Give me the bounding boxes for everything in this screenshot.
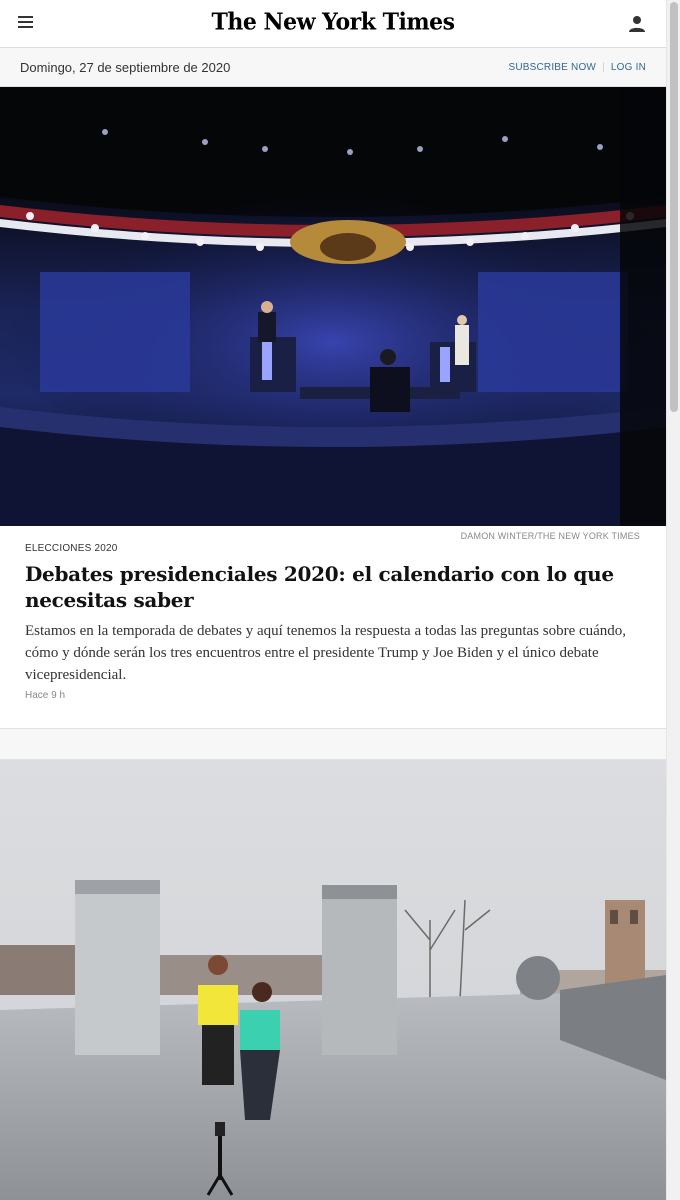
second-story-photo[interactable] [0, 760, 666, 1200]
page: The New York Times Domingo, 27 de septie… [0, 0, 666, 1200]
masthead: The New York Times [0, 0, 666, 48]
lead-story-photo[interactable] [0, 87, 666, 526]
section-divider [0, 728, 666, 760]
account-actions: SUBSCRIBE NOW | LOG IN [508, 62, 646, 73]
story-summary: Estamos en la temporada de debates y aqu… [25, 623, 627, 683]
story-kicker[interactable]: ELECCIONES 2020 [25, 543, 641, 554]
log-in-link[interactable]: LOG IN [611, 62, 646, 73]
nyt-logo[interactable]: The New York Times [0, 8, 666, 36]
story-timestamp: Hace 9 h [25, 690, 66, 701]
divider: | [602, 62, 605, 73]
story-headline[interactable]: Debates presidenciales 2020: el calendar… [25, 561, 641, 613]
date-bar: Domingo, 27 de septiembre de 2020 SUBSCR… [0, 48, 666, 87]
photo-credit: DAMON WINTER/THE NEW YORK TIMES [460, 531, 640, 541]
scrollbar-thumb[interactable] [670, 2, 678, 412]
current-date: Domingo, 27 de septiembre de 2020 [20, 60, 231, 75]
lead-story: ELECCIONES 2020 Debates presidenciales 2… [0, 543, 666, 701]
logo-text: The New York Times [211, 8, 455, 36]
user-account-icon[interactable] [628, 15, 646, 33]
subscribe-now-link[interactable]: SUBSCRIBE NOW [508, 62, 596, 73]
page-scrollbar[interactable] [666, 0, 680, 1200]
